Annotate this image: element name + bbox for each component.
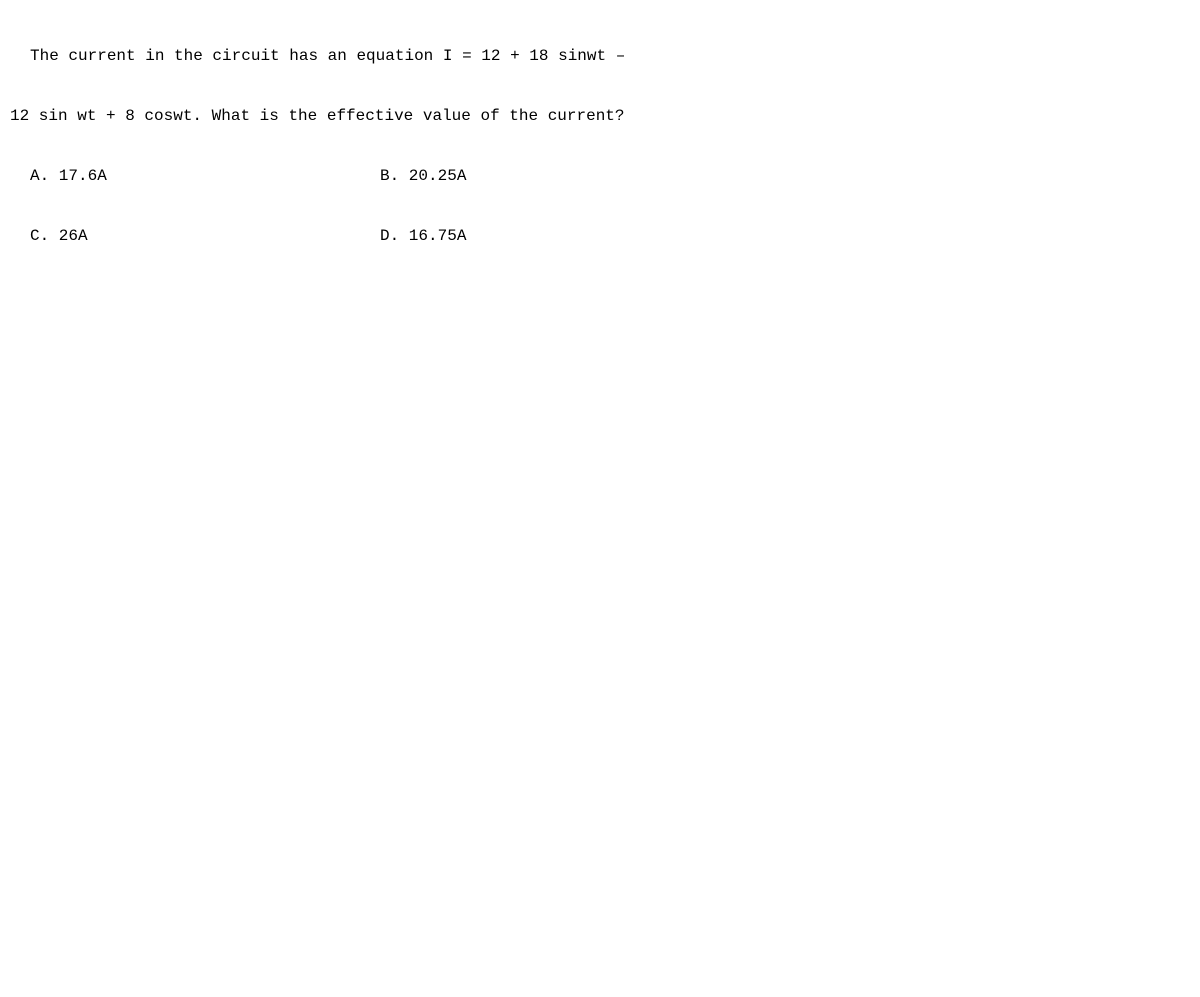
option-a: A. 17.6A — [10, 166, 380, 186]
question-text-line1: The current in the circuit has an equati… — [10, 46, 1200, 66]
options-row-2: C. 26A D. 16.75A — [10, 226, 1200, 246]
option-d: D. 16.75A — [380, 226, 466, 246]
question-block: The current in the circuit has an equati… — [0, 0, 1200, 266]
option-c: C. 26A — [10, 226, 380, 246]
option-b: B. 20.25A — [380, 166, 466, 186]
options-row-1: A. 17.6A B. 20.25A — [10, 166, 1200, 186]
question-text-line2: 12 sin wt + 8 coswt. What is the effecti… — [10, 106, 1200, 126]
